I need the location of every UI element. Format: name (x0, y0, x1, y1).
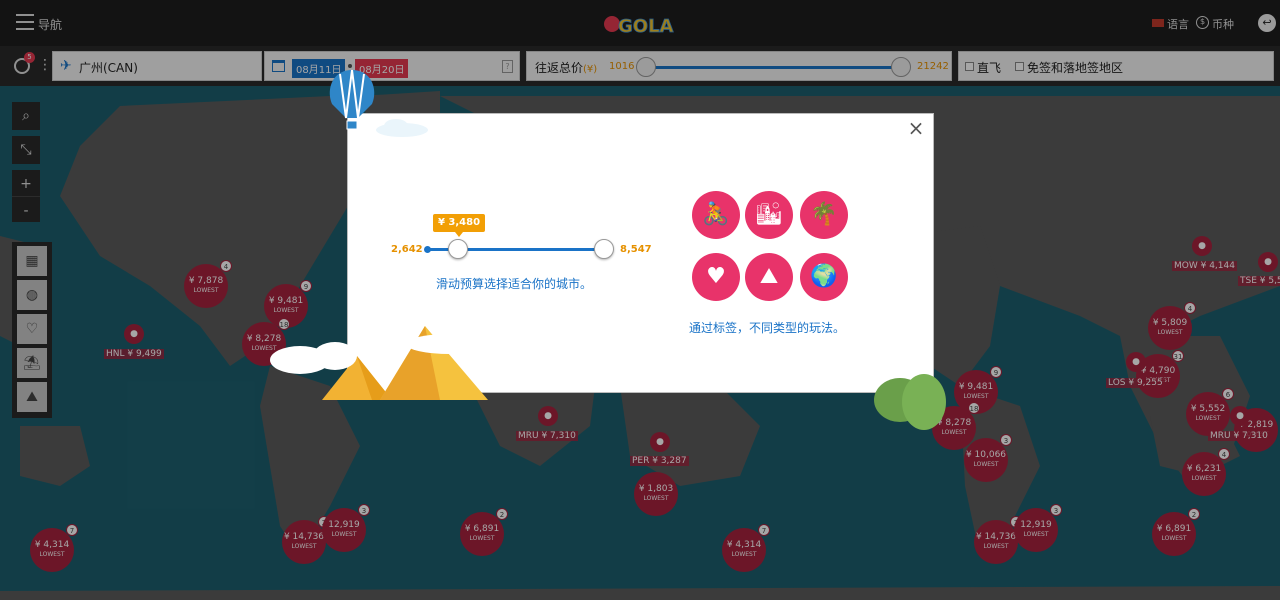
clouds-icon (270, 328, 494, 374)
cloud-icon (376, 119, 428, 137)
hot-air-balloon-icon (329, 69, 375, 130)
modal-decorations (270, 69, 946, 430)
hills-icon (874, 374, 946, 430)
